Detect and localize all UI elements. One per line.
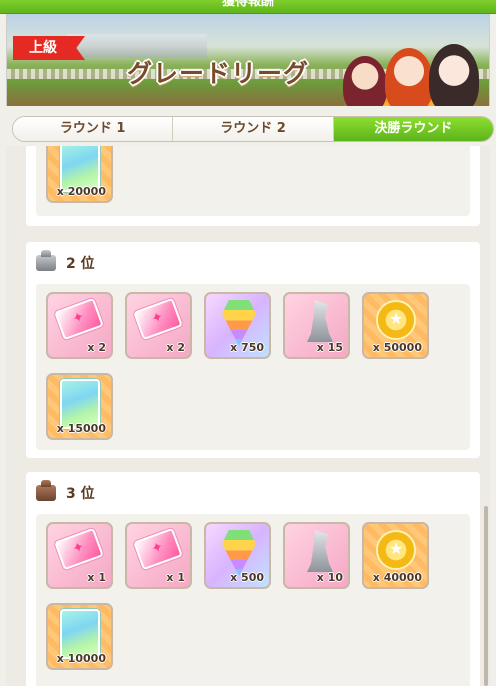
tab-round-1[interactable]: ラウンド 1 xyxy=(13,117,174,141)
reward-item[interactable]: x 15 xyxy=(283,292,350,359)
reward-items-box: x 20000 xyxy=(36,146,470,216)
gold-coin-icon xyxy=(376,300,416,340)
rewards-scroll-area[interactable]: x 20000 2 位 x 2 x 2 x 750 xyxy=(6,146,490,686)
reward-qty: x 1 xyxy=(166,571,185,584)
reward-items-grid: x 2 x 2 x 750 x 15 x 50000 xyxy=(46,292,460,440)
grade-badge: 上級 xyxy=(13,36,85,60)
league-banner: 上級 グレードリーグ xyxy=(6,14,490,106)
rainbow-carrot-icon xyxy=(222,530,256,576)
reward-qty: x 1 xyxy=(87,571,106,584)
character-illustration xyxy=(335,28,485,106)
reward-qty: x 10000 xyxy=(56,652,106,665)
reward-qty: x 750 xyxy=(230,341,264,354)
silver-trophy-icon xyxy=(36,250,56,271)
scrollbar[interactable] xyxy=(484,506,488,686)
reward-qty: x 15 xyxy=(316,341,343,354)
reward-item[interactable]: x 10000 xyxy=(46,603,113,670)
reward-item[interactable]: x 1 xyxy=(125,522,192,589)
reward-item[interactable]: x 10 xyxy=(283,522,350,589)
reward-items-box: x 1 x 1 x 500 x 10 x 40000 xyxy=(36,514,470,686)
ticket-icon xyxy=(133,527,183,571)
reward-qty: x 2 xyxy=(87,341,106,354)
rank-card-1: x 20000 xyxy=(26,146,480,226)
reward-item[interactable]: x 2 xyxy=(46,292,113,359)
reward-qty: x 20000 xyxy=(56,185,106,198)
reward-item[interactable]: x 1 xyxy=(46,522,113,589)
reward-qty: x 50000 xyxy=(372,341,422,354)
rank-card-3: 3 位 x 1 x 1 x 500 x 10 xyxy=(26,472,480,686)
rank-label: 2 位 xyxy=(66,256,95,272)
character-1 xyxy=(343,56,387,106)
ticket-icon xyxy=(54,527,104,571)
tab-round-2[interactable]: ラウンド 2 xyxy=(173,117,334,141)
reward-item[interactable]: x 20000 xyxy=(46,146,113,203)
horse-statue-icon xyxy=(307,300,333,342)
reward-qty: x 15000 xyxy=(56,422,106,435)
league-title: グレードリーグ xyxy=(127,59,310,88)
rank-header: 2 位 xyxy=(36,250,95,274)
reward-items-grid: x 1 x 1 x 500 x 10 x 40000 xyxy=(46,522,460,670)
reward-item[interactable]: x 2 xyxy=(125,292,192,359)
ticket-icon xyxy=(54,297,104,341)
reward-qty: x 40000 xyxy=(372,571,422,584)
horse-statue-icon xyxy=(307,530,333,572)
rank-label: 3 位 xyxy=(66,486,95,502)
gold-coin-icon xyxy=(376,530,416,570)
bronze-trophy-icon xyxy=(36,480,56,501)
reward-items-grid: x 20000 xyxy=(46,146,460,203)
rank-header: 3 位 xyxy=(36,480,95,504)
reward-item[interactable]: x 15000 xyxy=(46,373,113,440)
character-2 xyxy=(385,48,433,106)
reward-qty: x 2 xyxy=(166,341,185,354)
tab-final-round[interactable]: 決勝ラウンド xyxy=(333,117,493,141)
screen-title-bar: 獲得報酬 xyxy=(0,0,496,14)
reward-item[interactable]: x 40000 xyxy=(362,522,429,589)
rainbow-carrot-icon xyxy=(222,300,256,346)
reward-item[interactable]: x 750 xyxy=(204,292,271,359)
ticket-icon xyxy=(133,297,183,341)
reward-qty: x 500 xyxy=(230,571,264,584)
reward-items-box: x 2 x 2 x 750 x 15 x 50000 xyxy=(36,284,470,450)
reward-item[interactable]: x 500 xyxy=(204,522,271,589)
reward-item[interactable]: x 50000 xyxy=(362,292,429,359)
rank-card-2: 2 位 x 2 x 2 x 750 x 15 xyxy=(26,242,480,458)
screen-title: 獲得報酬 xyxy=(221,0,274,9)
character-3 xyxy=(429,44,479,106)
round-tabs: ラウンド 1 ラウンド 2 決勝ラウンド xyxy=(12,116,494,142)
reward-qty: x 10 xyxy=(316,571,343,584)
